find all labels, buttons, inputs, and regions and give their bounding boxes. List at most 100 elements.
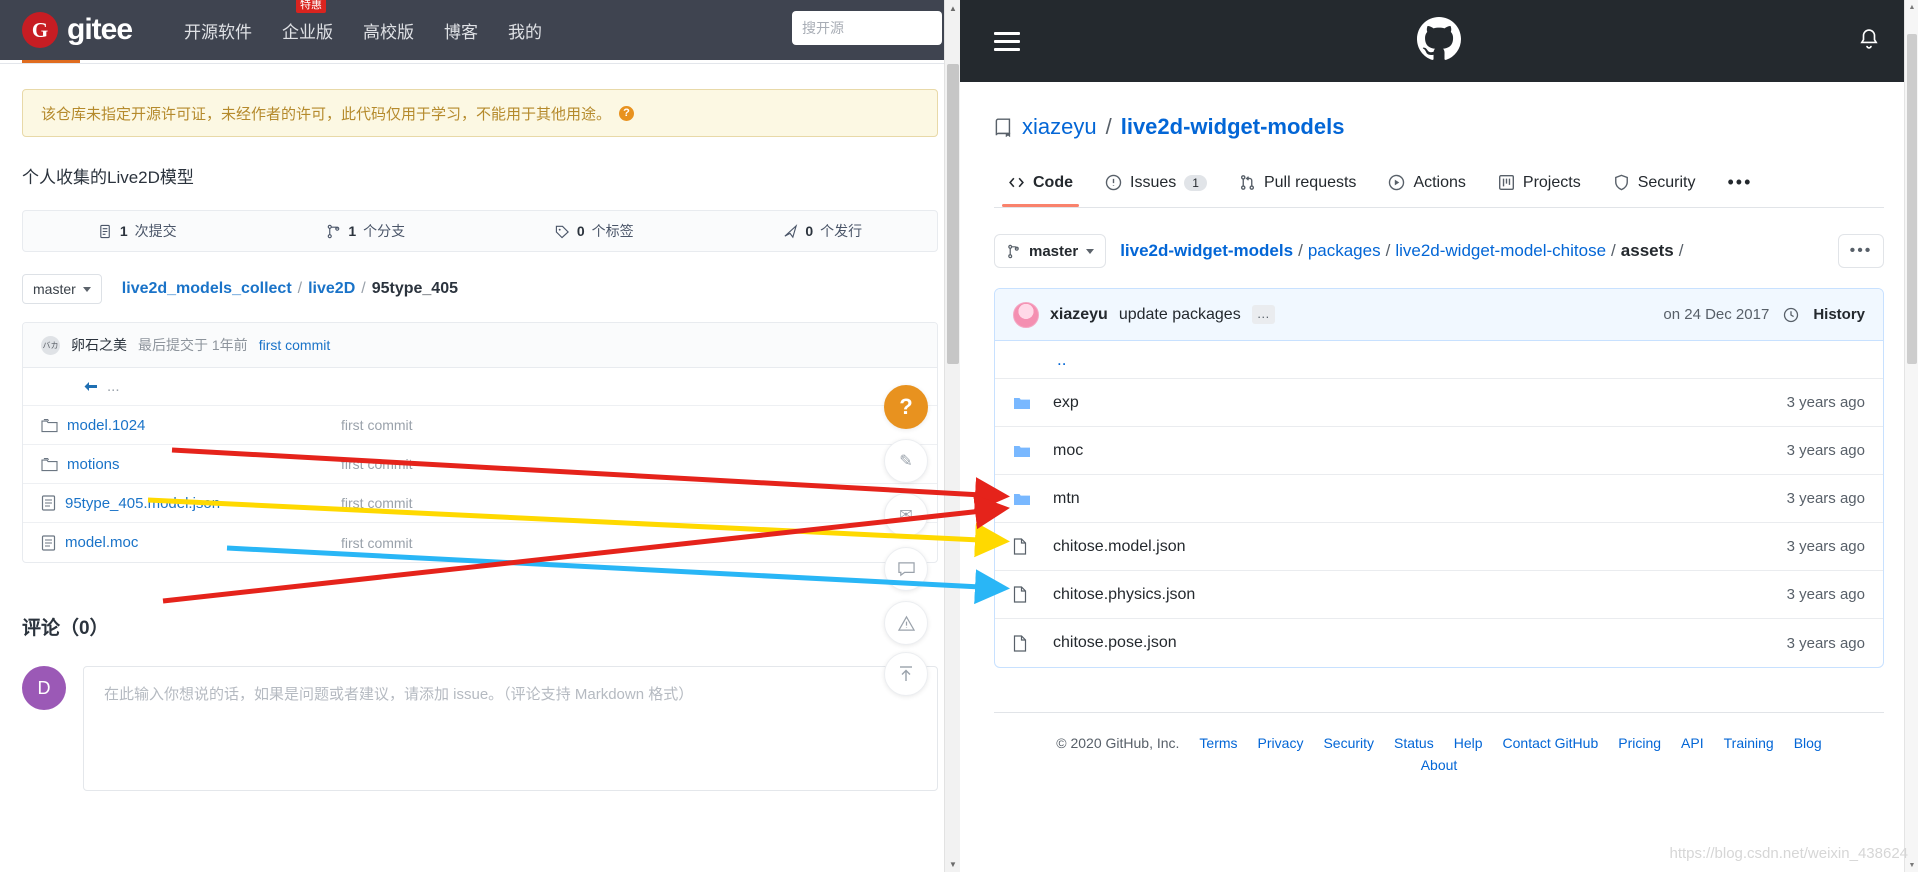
commit-author[interactable]: xiazeyu [1050,306,1108,324]
file-name[interactable]: chitose.physics.json [1053,586,1195,604]
footer-link-privacy[interactable]: Privacy [1258,735,1304,751]
file-name[interactable]: motions [67,456,120,473]
scroll-up-icon[interactable]: ▲ [1905,0,1918,14]
file-commit-message: first commit [341,534,413,551]
breadcrumb-separator: / [1105,114,1112,139]
table-row[interactable]: model.1024 first commit [23,406,937,445]
stat-releases[interactable]: 0 个发行 [709,221,938,241]
help-question-icon[interactable]: ? [619,105,635,121]
stat-tags[interactable]: 0 个标签 [480,221,709,241]
repo-name-link[interactable]: live2d-widget-models [1121,114,1345,140]
table-row[interactable]: chitose.physics.json 3 years ago [995,571,1883,619]
github-breadcrumb-0[interactable]: live2d-widget-models [1120,241,1293,261]
help-icon[interactable]: ? [884,385,928,429]
github-breadcrumb: live2d-widget-models / packages / live2d… [1120,241,1683,261]
file-name[interactable]: moc [1053,442,1083,460]
file-name[interactable]: model.moc [65,534,138,551]
scrollbar-thumb[interactable] [947,64,959,364]
warning-icon[interactable] [884,601,928,645]
gitee-branch-selector[interactable]: master [22,274,102,304]
gitee-parent-dir-row[interactable]: ... [23,368,937,406]
github-breadcrumb-2[interactable]: live2d-widget-model-chitose [1395,241,1606,261]
file-name[interactable]: chitose.model.json [1053,538,1186,556]
table-row[interactable]: 95type_405.model.json first commit [23,484,937,523]
gitee-nav-item-1[interactable]: 特惠 企业版 [282,0,333,43]
gitee-scrollbar[interactable]: ▲ ▼ [944,0,960,872]
footer-link-training[interactable]: Training [1724,735,1774,751]
comment-icon[interactable] [884,547,928,591]
stat-tags-value: 0 [576,223,585,239]
github-scrollbar[interactable]: ▲ ▼ [1904,0,1918,872]
tab-security[interactable]: Security [1599,164,1710,206]
commit-message[interactable]: update packages [1119,306,1241,324]
gitee-navbar: G gitee 开源软件 特惠 企业版 高校版 博客 我的 搜开源 [0,0,960,60]
github-breadcrumb-1[interactable]: packages [1308,241,1381,261]
path-overflow-button[interactable]: ••• [1838,234,1884,268]
footer-link-pricing[interactable]: Pricing [1618,735,1661,751]
stat-commits[interactable]: 1 次提交 [23,221,252,241]
footer-link-help[interactable]: Help [1454,735,1483,751]
gitee-nav-item-0[interactable]: 开源软件 [184,18,252,43]
table-row[interactable]: mtn 3 years ago [995,475,1883,523]
commit-message[interactable]: first commit [259,337,331,353]
gitee-nav-item-2[interactable]: 高校版 [363,18,414,43]
commit-author[interactable]: 卵石之美 [71,335,127,355]
tab-code[interactable]: Code [994,164,1087,207]
scroll-down-icon[interactable]: ▼ [945,856,960,872]
avatar: バカ [41,335,60,355]
gitee-nav-item-3[interactable]: 博客 [444,18,478,43]
footer-link-about[interactable]: About [1421,757,1458,773]
table-row[interactable]: moc 3 years ago [995,427,1883,475]
edit-icon[interactable]: ✎ [884,439,928,483]
repo-description: 个人收集的Live2D模型 [22,168,194,187]
github-parent-dir-row[interactable]: .. [995,341,1883,379]
file-name[interactable]: chitose.pose.json [1053,634,1177,652]
tab-projects[interactable]: Projects [1484,164,1595,206]
file-name[interactable]: model.1024 [67,417,145,434]
table-row[interactable]: motions first commit [23,445,937,484]
tab-pull-requests[interactable]: Pull requests [1225,164,1371,206]
table-row[interactable]: model.moc first commit [23,523,937,562]
tab-actions[interactable]: Actions [1374,164,1479,206]
file-age: 3 years ago [1786,634,1865,652]
footer-link-status[interactable]: Status [1394,735,1434,751]
arrow-up-bar-icon [900,666,912,681]
mail-icon[interactable]: ✉ [884,493,928,537]
github-tabs: Code Issues 1 Pull requests Actions Proj… [994,162,1884,208]
overflow-icon: ••• [1727,172,1753,192]
gitee-breadcrumb-0[interactable]: live2d_models_collect [122,280,292,298]
commit-expand-button[interactable]: … [1251,305,1275,324]
scroll-top-icon[interactable] [884,652,928,696]
repo-owner-link[interactable]: xiazeyu [1022,114,1097,140]
tab-overflow[interactable]: ••• [1714,162,1767,207]
scrollbar-thumb[interactable] [1907,34,1917,364]
footer-link-contact[interactable]: Contact GitHub [1503,735,1599,751]
scroll-up-icon[interactable]: ▲ [945,0,960,16]
gitee-branch-label: master [33,281,76,297]
gitee-nav-item-4[interactable]: 我的 [508,18,542,43]
gitee-breadcrumb-1[interactable]: live2D [308,280,355,298]
file-age: 3 years ago [1786,394,1865,411]
gitee-window: G gitee 开源软件 特惠 企业版 高校版 博客 我的 搜开源 该仓库未指定… [0,0,960,872]
stat-branches[interactable]: 1 个分支 [252,221,481,241]
table-row[interactable]: chitose.pose.json 3 years ago [995,619,1883,667]
github-branch-selector[interactable]: master [994,234,1107,268]
table-row[interactable]: exp 3 years ago [995,379,1883,427]
gitee-logo[interactable]: G gitee [22,12,133,48]
footer-link-security[interactable]: Security [1323,735,1374,751]
promo-badge: 特惠 [296,0,327,13]
history-link[interactable]: History [1813,306,1865,323]
github-logo-icon[interactable] [1417,16,1461,66]
comment-textarea[interactable]: 在此输入你想说的话，如果是问题或者建议，请添加 issue。（评论支持 Mark… [83,666,938,791]
file-name[interactable]: mtn [1053,490,1080,508]
table-row[interactable]: chitose.model.json 3 years ago [995,523,1883,571]
menu-icon[interactable] [994,31,1020,51]
footer-link-api[interactable]: API [1681,735,1704,751]
footer-link-terms[interactable]: Terms [1199,735,1237,751]
file-name[interactable]: 95type_405.model.json [65,495,220,512]
gitee-search-input[interactable]: 搜开源 [792,11,942,45]
notification-bell-icon[interactable] [1858,27,1880,56]
footer-link-blog[interactable]: Blog [1794,735,1822,751]
file-name[interactable]: exp [1053,394,1079,412]
tab-issues[interactable]: Issues 1 [1091,164,1221,206]
